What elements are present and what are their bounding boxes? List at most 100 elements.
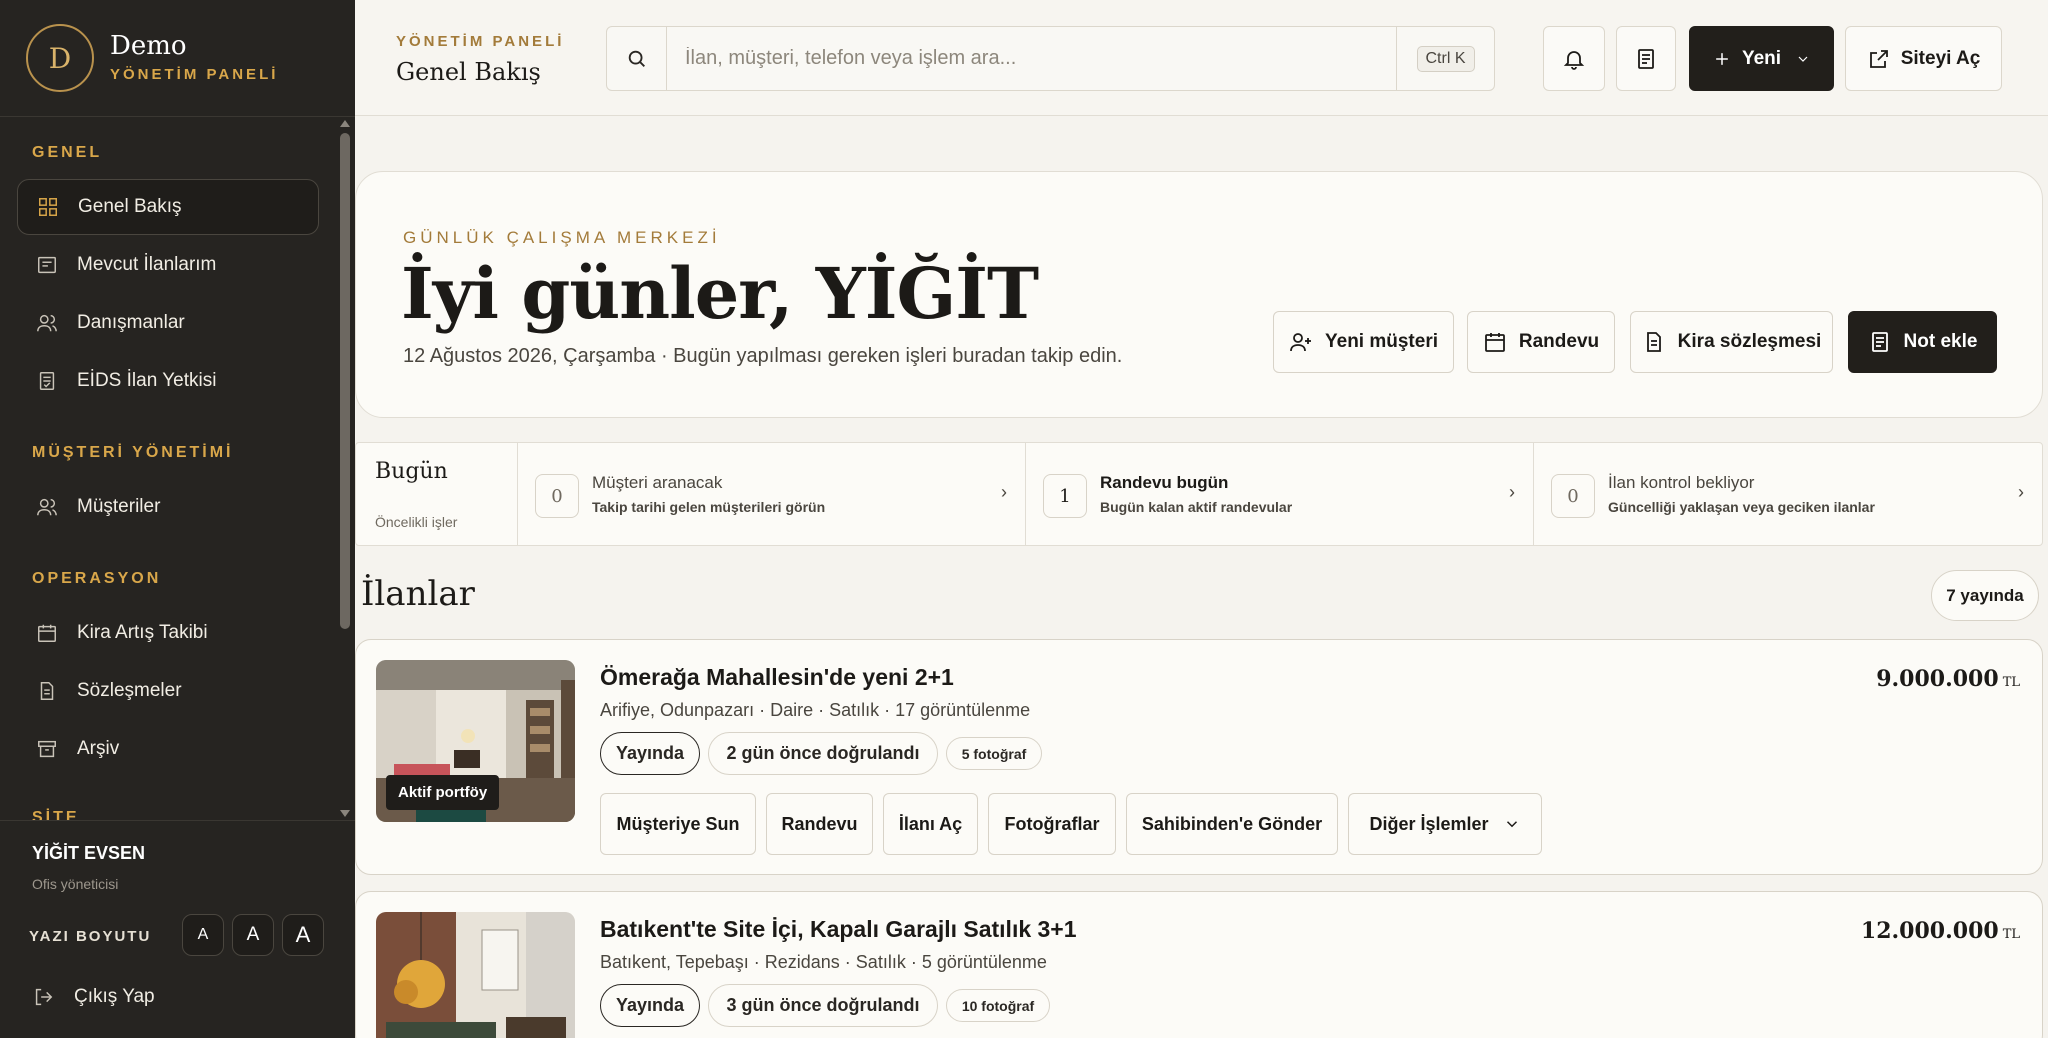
scrollbar-thumb[interactable] <box>340 133 350 629</box>
sidebar: D Demo YÖNETİM PANELİ GENEL Genel Bakış … <box>0 0 355 1038</box>
sidebar-item-kira-artis-takibi[interactable]: Kira Artış Takibi <box>17 605 319 661</box>
count-badge: 0 <box>535 474 579 518</box>
price-value: 9.000.000 <box>1876 666 1999 692</box>
sidebar-nav: GENEL Genel Bakış Mevcut İlanlarım Danış… <box>0 117 335 820</box>
sidebar-item-eids-ilan-yetkisi[interactable]: EİDS İlan Yetkisi <box>17 353 319 409</box>
grid-icon <box>36 195 60 219</box>
brand-logo: D <box>26 24 94 92</box>
listing-title[interactable]: Ömerağa Mahallesin'de yeni 2+1 <box>600 664 954 691</box>
photo-count-badge: 5 fotoğraf <box>946 737 1042 770</box>
listing-card: Batıkent'te Site İçi, Kapalı Garajlı Sat… <box>355 891 2043 1038</box>
notes-button[interactable] <box>1616 26 1676 91</box>
sidebar-item-sozlesmeler[interactable]: Sözleşmeler <box>17 663 319 719</box>
logout-icon <box>35 988 53 1006</box>
today-card-listing-check[interactable]: 0 İlan kontrol bekliyor Güncelliği yakla… <box>1534 443 2042 545</box>
listings-title: İlanlar <box>361 574 475 614</box>
today-priorities: Bugün Öncelikli işler 0 Müşteri aranacak… <box>355 442 2043 546</box>
hero-subtitle: 12 Ağustos 2026, Çarşamba · Bugün yapılm… <box>403 345 1123 367</box>
photo-count-badge: 10 fotoğraf <box>946 989 1050 1022</box>
sidebar-item-mevcut-ilanlarim[interactable]: Mevcut İlanlarım <box>17 237 319 293</box>
plus-icon <box>1716 52 1728 65</box>
send-to-sahibinden-button[interactable]: Sahibinden'e Gönder <box>1126 793 1338 855</box>
card-title: İlan kontrol bekliyor <box>1608 473 1755 492</box>
sidebar-item-danismanlar[interactable]: Danışmanlar <box>17 295 319 351</box>
chevron-down-icon <box>1798 56 1808 62</box>
font-size-large-button[interactable]: A <box>282 914 324 956</box>
verified-badge: 3 gün önce doğrulandı <box>708 984 938 1027</box>
section-label-operasyon: OPERASYON <box>32 570 162 587</box>
published-count-badge[interactable]: 7 yayında <box>1931 570 2039 621</box>
listing-title[interactable]: Batıkent'te Site İçi, Kapalı Garajlı Sat… <box>600 916 1077 943</box>
font-size-small-button[interactable]: A <box>182 914 224 956</box>
chevron-right-icon: › <box>1001 482 1007 502</box>
lease-contract-label: Kira sözleşmesi <box>1677 331 1822 352</box>
new-button[interactable]: Yeni <box>1689 26 1834 91</box>
listing-price: 12.000.000 TL <box>1861 918 2020 944</box>
portfolio-tag: Aktif portföy <box>386 775 500 810</box>
sidebar-item-label: Mevcut İlanlarım <box>77 254 217 275</box>
listing-appointment-button[interactable]: Randevu <box>766 793 873 855</box>
logout-button[interactable]: Çıkış Yap <box>32 986 155 1008</box>
users-icon <box>35 311 59 335</box>
today-card-calls[interactable]: 0 Müşteri aranacak Takip tarihi gelen mü… <box>518 443 1026 545</box>
open-site-button[interactable]: Siteyi Aç <box>1845 26 2002 91</box>
sidebar-item-label: EİDS İlan Yetkisi <box>77 370 217 391</box>
note-icon <box>1871 332 1888 352</box>
verified-badge: 2 gün önce doğrulandı <box>708 732 938 775</box>
listing-photo[interactable] <box>376 912 575 1038</box>
font-size-medium-button[interactable]: A <box>232 914 274 956</box>
chevron-right-icon: › <box>2018 482 2024 502</box>
today-card-appointments[interactable]: 1 Randevu bugün Bugün kalan aktif randev… <box>1026 443 1534 545</box>
appointment-button[interactable]: Randevu <box>1467 311 1615 373</box>
brand-header: D Demo YÖNETİM PANELİ <box>0 0 355 117</box>
search-icon[interactable] <box>607 27 667 90</box>
price-currency: TL <box>2002 675 2020 690</box>
lease-contract-button[interactable]: Kira sözleşmesi <box>1630 311 1833 373</box>
appointment-label: Randevu <box>1518 331 1600 352</box>
listing-photo[interactable]: Aktif portföy <box>376 660 575 822</box>
bell-icon <box>1563 50 1585 70</box>
new-customer-label: Yeni müşteri <box>1325 331 1438 352</box>
card-description: Güncelliği yaklaşan veya geciken ilanlar <box>1608 499 1875 515</box>
users-icon <box>35 495 59 519</box>
status-badge: Yayında <box>600 984 700 1027</box>
listing-price: 9.000.000 TL <box>1876 666 2020 692</box>
card-title: Randevu bugün <box>1100 473 1229 492</box>
sidebar-item-arsiv[interactable]: Arşiv <box>17 721 319 777</box>
add-note-button[interactable]: Not ekle <box>1848 311 1997 373</box>
sidebar-item-musteriler[interactable]: Müşteriler <box>17 479 319 535</box>
scroll-up-arrow-icon[interactable] <box>340 120 350 127</box>
calendar-icon <box>35 621 59 645</box>
photos-button[interactable]: Fotoğraflar <box>988 793 1116 855</box>
scroll-down-arrow-icon[interactable] <box>340 810 350 817</box>
section-label-musteri-yonetimi: MÜŞTERİ YÖNETİMİ <box>32 444 234 461</box>
sidebar-item-genel-bakis[interactable]: Genel Bakış <box>17 179 319 235</box>
more-actions-button[interactable]: Diğer İşlemler <box>1348 793 1542 855</box>
new-button-label: Yeni <box>1741 47 1782 69</box>
logout-label: Çıkış Yap <box>74 986 155 1007</box>
welcome-hero: GÜNLÜK ÇALIŞMA MERKEZİ İyi günler, YİĞİT… <box>355 171 2043 418</box>
today-title: Bugün <box>375 459 448 484</box>
sidebar-item-label: Kira Artış Takibi <box>77 622 208 643</box>
count-badge: 0 <box>1551 474 1595 518</box>
interior-photo-icon <box>376 912 575 1038</box>
open-listing-button[interactable]: İlanı Aç <box>883 793 978 855</box>
font-size-label: YAZI BOYUTU <box>29 928 152 945</box>
search-shortcut: Ctrl K <box>1396 27 1494 90</box>
header-kicker: YÖNETİM PANELİ <box>396 33 565 50</box>
chevron-down-icon <box>1506 821 1517 828</box>
sidebar-item-label: Müşteriler <box>77 496 161 517</box>
new-customer-button[interactable]: Yeni müşteri <box>1273 311 1454 373</box>
archive-icon <box>35 737 59 761</box>
today-subtitle: Öncelikli işler <box>375 514 458 530</box>
sidebar-item-label: Danışmanlar <box>77 312 185 333</box>
document-icon <box>1646 332 1661 352</box>
status-badge: Yayında <box>600 732 700 775</box>
user-panel: YİĞİT EVSEN Ofis yöneticisi YAZI BOYUTU … <box>0 820 355 1038</box>
search-input[interactable] <box>667 27 1395 90</box>
more-actions-label: Diğer İşlemler <box>1369 813 1489 834</box>
present-to-customer-button[interactable]: Müşteriye Sun <box>600 793 756 855</box>
sidebar-scrollbar[interactable] <box>339 117 351 820</box>
notifications-button[interactable] <box>1543 26 1605 91</box>
document-icon <box>35 679 59 703</box>
